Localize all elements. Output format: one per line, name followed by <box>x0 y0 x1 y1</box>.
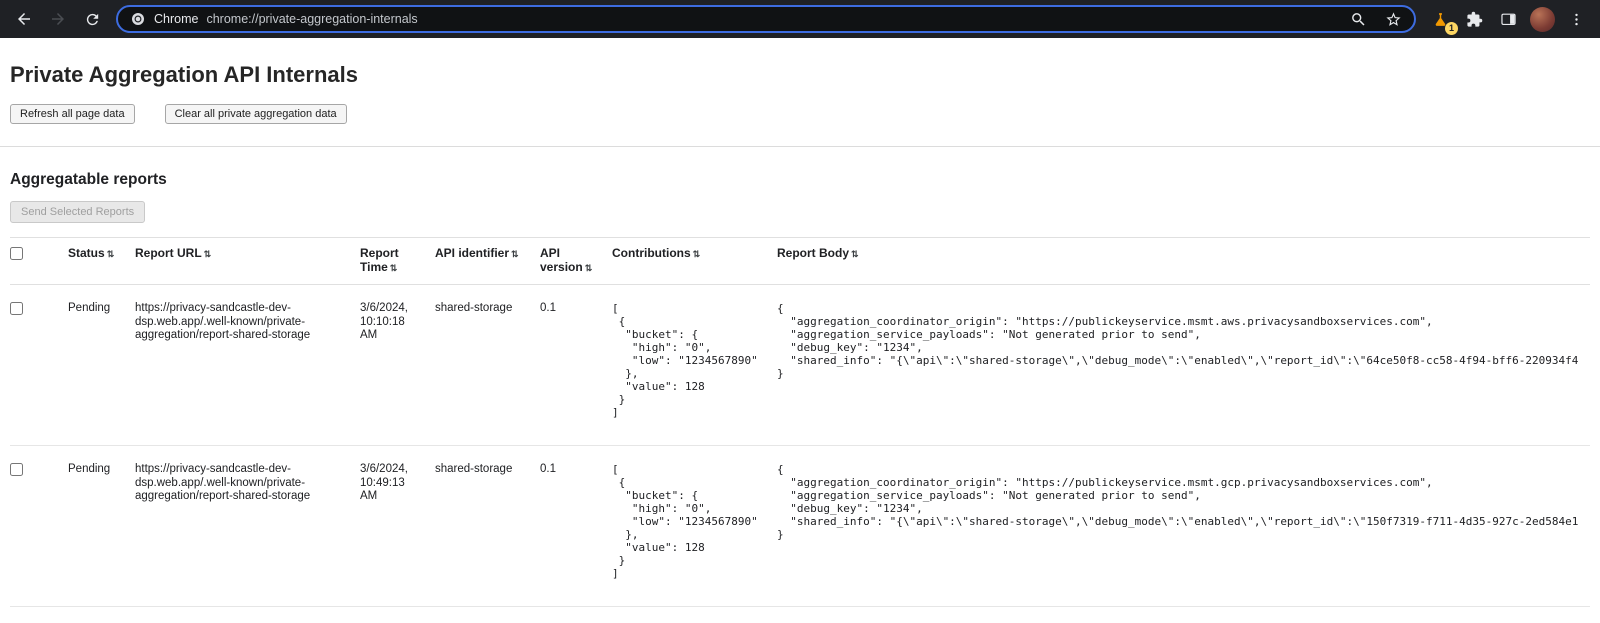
report-url-cell: https://privacy-sandcastle-dev-dsp.web.a… <box>135 285 360 446</box>
sort-icon: ⇅ <box>585 263 593 273</box>
sort-icon: ⇅ <box>851 249 859 259</box>
back-icon <box>15 10 33 28</box>
table-row: Pending https://privacy-sandcastle-dev-d… <box>10 446 1590 607</box>
report-body-json: { "aggregation_coordinator_origin": "htt… <box>777 463 1574 541</box>
row-checkbox-cell <box>10 285 68 446</box>
api-identifier-cell: shared-storage <box>435 285 540 446</box>
report-url-cell: https://privacy-sandcastle-dev-dsp.web.a… <box>135 446 360 607</box>
back-button[interactable] <box>8 3 40 35</box>
header-report-time[interactable]: Report Time⇅ <box>360 238 435 285</box>
sort-icon: ⇅ <box>693 249 701 259</box>
url-text: chrome://private-aggregation-internals <box>206 12 417 26</box>
table-header-row: Status⇅ Report URL⇅ Report Time⇅ API ide… <box>10 238 1590 285</box>
sort-icon: ⇅ <box>204 249 212 259</box>
api-version-cell: 0.1 <box>540 446 612 607</box>
address-bar[interactable]: Chrome chrome://private-aggregation-inte… <box>116 5 1416 33</box>
status-cell: Pending <box>68 285 135 446</box>
search-icon[interactable] <box>1350 11 1367 28</box>
report-body-json: { "aggregation_coordinator_origin": "htt… <box>777 302 1574 380</box>
select-all-header <box>10 238 68 285</box>
browser-toolbar: Chrome chrome://private-aggregation-inte… <box>0 0 1600 38</box>
experiments-button[interactable]: 1 <box>1424 3 1456 35</box>
report-body-cell: { "aggregation_coordinator_origin": "htt… <box>777 285 1590 446</box>
report-body-cell: { "aggregation_coordinator_origin": "htt… <box>777 446 1590 607</box>
header-api-version[interactable]: API version⇅ <box>540 238 612 285</box>
bookmark-star-icon[interactable] <box>1385 11 1402 28</box>
product-label: Chrome <box>154 12 198 26</box>
report-time-cell: 3/6/2024, 10:49:13 AM <box>360 446 435 607</box>
contributions-json: [ { "bucket": { "high": "0", "low": "123… <box>612 463 761 580</box>
side-panel-icon <box>1499 10 1518 29</box>
header-api-identifier[interactable]: API identifier⇅ <box>435 238 540 285</box>
aggregatable-reports-table: Status⇅ Report URL⇅ Report Time⇅ API ide… <box>10 237 1590 607</box>
chrome-logo-icon <box>130 11 146 27</box>
three-dot-menu-icon <box>1568 11 1585 28</box>
avatar <box>1530 7 1555 32</box>
contributions-cell: [ { "bucket": { "high": "0", "low": "123… <box>612 285 777 446</box>
page-content: Private Aggregation API Internals Refres… <box>0 62 1600 607</box>
reload-button[interactable] <box>76 3 108 35</box>
sort-icon: ⇅ <box>511 249 519 259</box>
extensions-button[interactable] <box>1458 3 1490 35</box>
clear-all-button[interactable]: Clear all private aggregation data <box>165 104 347 124</box>
section-divider <box>0 146 1600 147</box>
header-status[interactable]: Status⇅ <box>68 238 135 285</box>
contributions-cell: [ { "bucket": { "high": "0", "low": "123… <box>612 446 777 607</box>
page-actions: Refresh all page data Clear all private … <box>10 104 1590 124</box>
menu-button[interactable] <box>1560 3 1592 35</box>
sort-icon: ⇅ <box>107 249 115 259</box>
send-selected-reports-button[interactable]: Send Selected Reports <box>10 201 145 223</box>
extensions-puzzle-icon <box>1466 11 1483 28</box>
page-title: Private Aggregation API Internals <box>10 62 1590 88</box>
reports-tbody: Pending https://privacy-sandcastle-dev-d… <box>10 285 1590 607</box>
contributions-json: [ { "bucket": { "high": "0", "low": "123… <box>612 302 761 419</box>
api-identifier-cell: shared-storage <box>435 446 540 607</box>
api-version-cell: 0.1 <box>540 285 612 446</box>
header-report-body[interactable]: Report Body⇅ <box>777 238 1590 285</box>
row-checkbox-cell <box>10 446 68 607</box>
select-all-checkbox[interactable] <box>10 247 23 260</box>
header-report-url[interactable]: Report URL⇅ <box>135 238 360 285</box>
section-title: Aggregatable reports <box>10 171 1590 189</box>
forward-icon <box>49 10 67 28</box>
report-time-cell: 3/6/2024, 10:10:18 AM <box>360 285 435 446</box>
side-panel-button[interactable] <box>1492 3 1524 35</box>
forward-button[interactable] <box>42 3 74 35</box>
status-cell: Pending <box>68 446 135 607</box>
table-row: Pending https://privacy-sandcastle-dev-d… <box>10 285 1590 446</box>
sort-icon: ⇅ <box>390 263 398 273</box>
header-contributions[interactable]: Contributions⇅ <box>612 238 777 285</box>
profile-button[interactable] <box>1526 3 1558 35</box>
notification-badge: 1 <box>1445 22 1458 35</box>
reload-icon <box>84 11 101 28</box>
row-checkbox[interactable] <box>10 463 23 476</box>
row-checkbox[interactable] <box>10 302 23 315</box>
refresh-all-button[interactable]: Refresh all page data <box>10 104 135 124</box>
